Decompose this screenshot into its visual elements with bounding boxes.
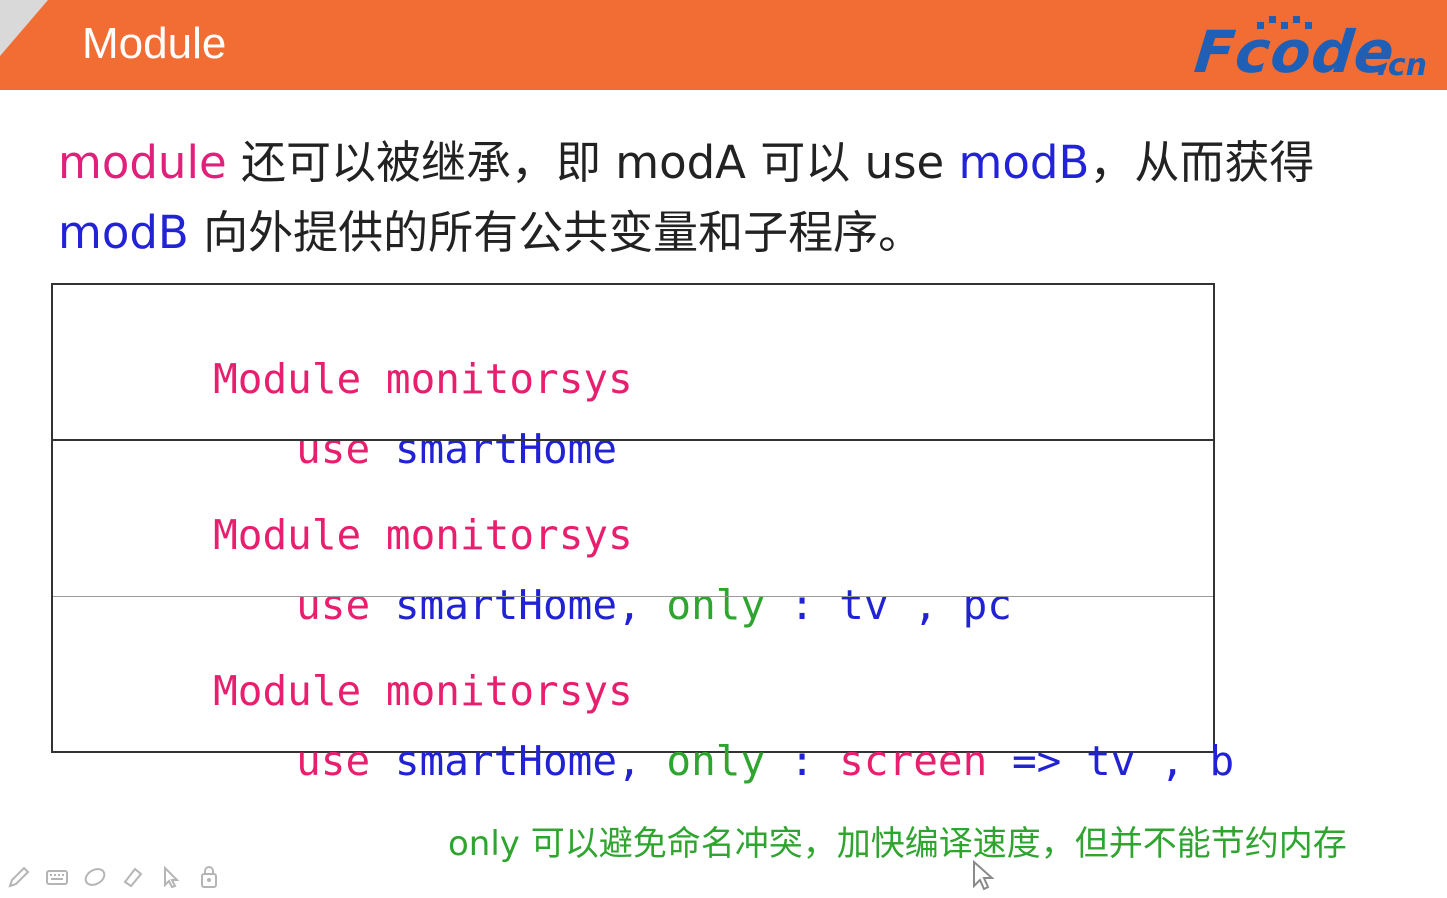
description-text: ，从而获得 xyxy=(1089,136,1315,189)
code-identifier: tv xyxy=(1061,737,1136,785)
pointer-icon[interactable] xyxy=(158,864,184,890)
highlighter-icon[interactable] xyxy=(120,864,146,890)
code-keyword: use xyxy=(296,737,371,785)
code-identifier: smartHome xyxy=(370,737,618,785)
keyboard-icon[interactable] xyxy=(44,864,70,890)
eraser-icon[interactable] xyxy=(82,864,108,890)
keyword-modb: modB xyxy=(958,136,1090,189)
description: module 还可以被继承，即 modA 可以 use modB，从而获得 mo… xyxy=(58,128,1418,268)
footnote: only 可以避免命名冲突，加快编译速度，但并不能节约内存 xyxy=(448,824,1347,864)
annotation-toolbar xyxy=(6,864,226,892)
code-block-3: Module monitorsys use smartHome, only : … xyxy=(53,597,1234,785)
code-panel: Module monitorsys use smartHome Module m… xyxy=(51,283,1234,785)
logo-text: Fcode xyxy=(1191,18,1399,86)
code-block-2: Module monitorsys use smartHome, only : … xyxy=(53,441,1213,629)
code-punct: , xyxy=(617,737,642,785)
slide-header: Module Fcode .cn xyxy=(0,0,1447,90)
lock-icon[interactable] xyxy=(196,864,222,890)
description-text: 向外提供的所有公共变量和子程序。 xyxy=(188,206,924,259)
description-line-1: module 还可以被继承，即 modA 可以 use modB，从而获得 xyxy=(58,128,1418,198)
code-local-name: screen xyxy=(814,737,988,785)
logo-suffix: .cn xyxy=(1376,48,1427,83)
code-punct: : xyxy=(765,737,815,785)
code-keyword-only: only xyxy=(641,737,766,785)
code-line: use smartHome, only : screen => tv , b xyxy=(148,689,1234,833)
slide-title: Module xyxy=(82,19,227,68)
mouse-cursor-icon xyxy=(972,859,996,892)
keyword-modb: modB xyxy=(58,206,189,259)
description-line-2: modB 向外提供的所有公共变量和子程序。 xyxy=(58,198,1418,268)
keyword-module: module xyxy=(58,136,227,189)
description-text: 还可以被继承，即 modA 可以 use xyxy=(226,136,959,189)
header-corner-decoration xyxy=(0,0,48,56)
logo: Fcode .cn xyxy=(1137,10,1437,86)
code-block-1: Module monitorsys use smartHome xyxy=(53,285,1213,473)
code-punct: , xyxy=(1135,737,1185,785)
pen-icon[interactable] xyxy=(6,864,32,890)
code-arrow: => xyxy=(987,737,1062,785)
code-identifier: b xyxy=(1184,737,1235,785)
